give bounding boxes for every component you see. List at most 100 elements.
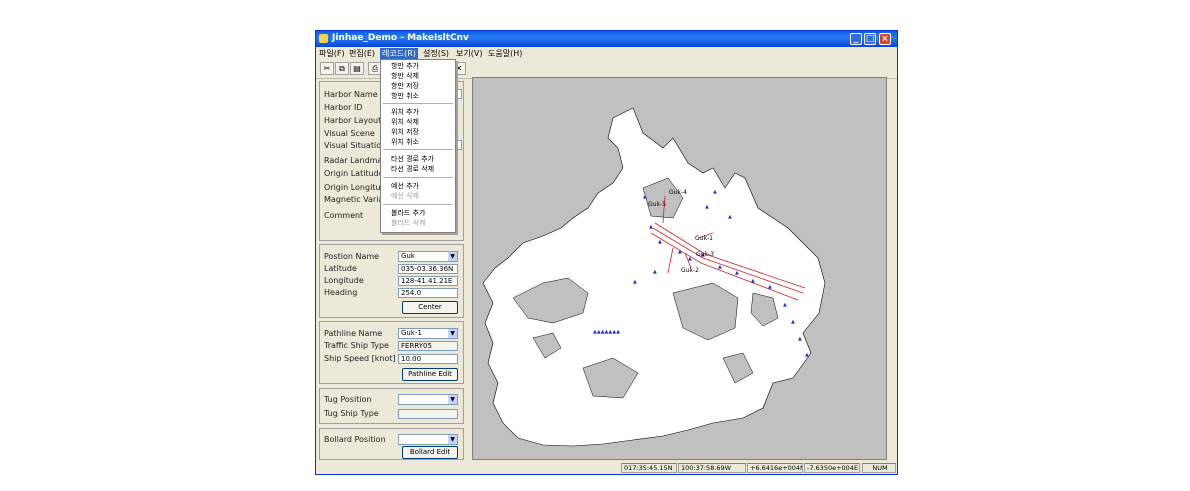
menu-item-bollard-delete: 볼라드 삭제 bbox=[391, 219, 426, 227]
menu-item-tug-add[interactable]: 예선 추가 bbox=[391, 181, 419, 191]
menu-item-traffic-route-add[interactable]: 타선 경로 추가 bbox=[391, 154, 434, 164]
status-east: -7.6350e+004E bbox=[804, 463, 860, 473]
maximize-button[interactable]: □ bbox=[864, 33, 876, 45]
pathline-name-label: Pathline Name bbox=[324, 329, 383, 338]
marker-icon[interactable]: ▲ bbox=[735, 270, 739, 276]
window-title: Jinhae_Demo - MakeIsltCnv bbox=[332, 33, 469, 43]
app-icon bbox=[319, 34, 328, 43]
marker-icon[interactable]: ▲ bbox=[718, 264, 722, 270]
chevron-down-icon: ▼ bbox=[448, 435, 457, 444]
menu-item-harbor-delete[interactable]: 항만 삭제 bbox=[391, 71, 419, 81]
comment-label: Comment bbox=[324, 211, 364, 220]
map-label: Guk-4 bbox=[669, 189, 687, 196]
close-button[interactable]: × bbox=[879, 33, 891, 45]
position-name-value: Guk bbox=[401, 252, 415, 260]
marker-icon[interactable]: ▲▲▲▲▲▲▲ bbox=[593, 329, 620, 335]
ship-speed-field[interactable]: 10.00 bbox=[398, 354, 458, 364]
menu-separator bbox=[383, 177, 453, 178]
status-lat: 017:35:45.15N bbox=[621, 463, 677, 473]
menu-item-traffic-route-delete[interactable]: 타선 경로 삭제 bbox=[391, 164, 434, 174]
menu-item-position-cancel[interactable]: 위치 취소 bbox=[391, 137, 419, 147]
heading-field[interactable]: 254.0 bbox=[398, 288, 458, 298]
menu-item-harbor-add[interactable]: 항만 추가 bbox=[391, 61, 419, 71]
longitude-label: Longitude bbox=[324, 276, 364, 285]
menu-file[interactable]: 파일(F) bbox=[319, 48, 345, 59]
tug-panel: Tug Position ▼ Tug Ship Type bbox=[319, 388, 464, 424]
marker-icon[interactable]: ▲ bbox=[791, 319, 795, 325]
pathline-edit-button[interactable]: Pathline Edit bbox=[402, 368, 458, 381]
status-bar: 017:35:45.15N 100:37:58.69W +6.6416e+004… bbox=[316, 462, 897, 474]
menu-item-harbor-save[interactable]: 항만 저장 bbox=[391, 81, 419, 91]
menu-separator bbox=[383, 103, 453, 104]
chevron-down-icon: ▼ bbox=[448, 252, 457, 261]
menu-item-position-add[interactable]: 위치 추가 bbox=[391, 107, 419, 117]
traffic-ship-type-field: FERRY05 bbox=[398, 341, 458, 351]
latitude-field[interactable]: 035-03.36.36N bbox=[398, 264, 458, 274]
latitude-label: Latitude bbox=[324, 264, 357, 273]
menu-settings[interactable]: 설정(S) bbox=[423, 48, 449, 59]
marker-icon[interactable]: ▲ bbox=[751, 278, 755, 284]
marker-icon[interactable]: ▲ bbox=[728, 214, 732, 220]
menu-item-tug-delete: 예선 삭제 bbox=[391, 192, 419, 200]
marker-icon[interactable]: ▲ bbox=[643, 194, 647, 200]
position-name-label: Postion Name bbox=[324, 252, 380, 261]
magnetic-variation-label: Magnetic Variat bbox=[324, 195, 387, 204]
harbor-name-label: Harbor Name bbox=[324, 90, 378, 99]
visual-scene-label: Visual Scene bbox=[324, 129, 375, 138]
marker-icon[interactable]: ▲ bbox=[705, 204, 709, 210]
harbor-layout-label: Harbor Layout bbox=[324, 116, 382, 125]
chart-map[interactable]: ▲ ▲ ▲ ▲ ▲ ▲ ▲ ▲ ▲ ▲ ▲ ▲ ▲ ▲ ▲ ▲ ▲ ▲ ▲ ▲▲… bbox=[473, 78, 886, 459]
position-panel: Postion Name Guk ▼ Latitude 035-03.36.36… bbox=[319, 244, 464, 318]
map-label: Guk-1 bbox=[695, 235, 713, 242]
visual-situation-label: Visual Situation bbox=[324, 141, 387, 150]
radar-landmass-label: Radar Landmas bbox=[324, 156, 387, 165]
tug-ship-type-label: Tug Ship Type bbox=[324, 409, 379, 418]
menu-record[interactable]: 레코드(R) bbox=[380, 48, 418, 59]
marker-icon[interactable]: ▲ bbox=[713, 189, 717, 195]
traffic-ship-type-label: Traffic Ship Type bbox=[324, 341, 389, 350]
menu-item-position-delete[interactable]: 위치 삭제 bbox=[391, 117, 419, 127]
marker-icon[interactable]: ▲ bbox=[798, 336, 802, 342]
chevron-down-icon: ▼ bbox=[448, 395, 457, 404]
menu-item-position-save[interactable]: 위치 저장 bbox=[391, 127, 419, 137]
marker-icon[interactable]: ▲ bbox=[649, 224, 653, 230]
ship-speed-label: Ship Speed [knot] bbox=[324, 354, 396, 363]
bollard-panel: Bollard Position ▼ Bollard Edit bbox=[319, 428, 464, 460]
paste-icon[interactable]: ▤ bbox=[350, 62, 364, 75]
pathline-panel: Pathline Name Guk-1 ▼ Traffic Ship Type … bbox=[319, 321, 464, 384]
chevron-down-icon: ▼ bbox=[448, 329, 457, 338]
menu-separator bbox=[383, 204, 453, 205]
marker-icon[interactable]: ▲ bbox=[658, 239, 662, 245]
minimize-button[interactable]: _ bbox=[850, 33, 862, 45]
tug-position-select[interactable]: ▼ bbox=[398, 394, 458, 405]
marker-icon[interactable]: ▲ bbox=[805, 352, 809, 358]
position-name-select[interactable]: Guk ▼ bbox=[398, 251, 458, 262]
pathline-name-select[interactable]: Guk-1 ▼ bbox=[398, 328, 458, 339]
menu-item-bollard-add[interactable]: 볼라드 추가 bbox=[391, 208, 425, 218]
center-button[interactable]: Center bbox=[402, 301, 458, 314]
menu-help[interactable]: 도움말(H) bbox=[488, 48, 522, 59]
menu-view[interactable]: 보기(V) bbox=[456, 48, 482, 59]
bollard-edit-button[interactable]: Bollard Edit bbox=[402, 446, 458, 459]
map-label: Guk-2 bbox=[681, 267, 699, 274]
marker-icon[interactable]: ▲ bbox=[688, 256, 692, 262]
marker-icon[interactable]: ▲ bbox=[653, 269, 657, 275]
record-dropdown-menu: 항만 추가 항만 삭제 항만 저장 항만 취소 위치 추가 위치 삭제 위치 저… bbox=[380, 59, 456, 233]
tug-ship-type-field bbox=[398, 409, 458, 419]
marker-icon[interactable]: ▲ bbox=[678, 249, 682, 255]
title-bar[interactable]: Jinhae_Demo - MakeIsltCnv _ □ × bbox=[316, 31, 897, 47]
menu-edit[interactable]: 편집(E) bbox=[349, 48, 375, 59]
harbor-id-label: Harbor ID bbox=[324, 103, 363, 112]
chart-map-view[interactable]: ▲ ▲ ▲ ▲ ▲ ▲ ▲ ▲ ▲ ▲ ▲ ▲ ▲ ▲ ▲ ▲ ▲ ▲ ▲ ▲▲… bbox=[472, 77, 887, 460]
status-north: +6.6416e+004N bbox=[747, 463, 803, 473]
cut-icon[interactable]: ✂ bbox=[320, 62, 334, 75]
longitude-field[interactable]: 128-41.41.21E bbox=[398, 276, 458, 286]
map-label: Guk-5 bbox=[648, 201, 666, 208]
copy-icon[interactable]: ⧉ bbox=[335, 62, 349, 75]
bollard-position-select[interactable]: ▼ bbox=[398, 434, 458, 445]
marker-icon[interactable]: ▲ bbox=[783, 302, 787, 308]
map-label: Guk-3 bbox=[696, 251, 714, 258]
menu-item-harbor-cancel[interactable]: 항만 취소 bbox=[391, 91, 419, 101]
marker-icon[interactable]: ▲ bbox=[768, 284, 772, 290]
marker-icon[interactable]: ▲ bbox=[633, 279, 637, 285]
